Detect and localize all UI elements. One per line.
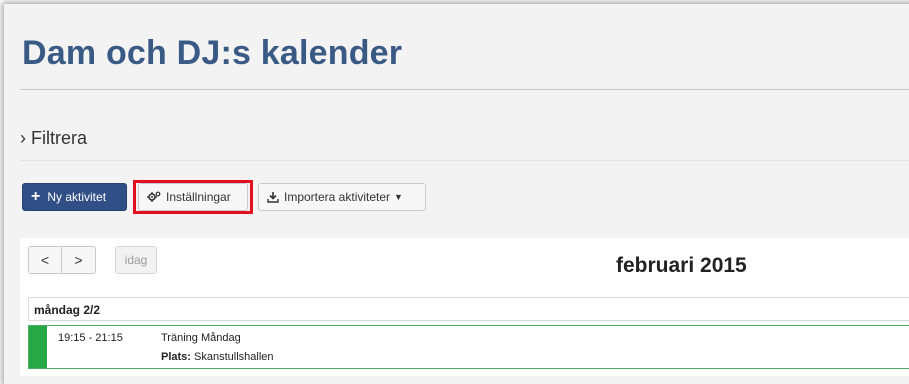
filter-label: Filtrera	[31, 128, 88, 148]
event-title: Träning Måndag	[161, 332, 241, 344]
download-icon	[267, 191, 279, 203]
plus-icon: +	[31, 188, 41, 205]
import-activities-button[interactable]: Importera aktiviteter ▼	[258, 183, 426, 211]
cogs-icon	[147, 191, 161, 203]
calendar-nav: < >	[28, 246, 96, 274]
filter-toggle[interactable]: › Filtrera	[20, 128, 87, 149]
filter-divider	[20, 160, 909, 161]
prev-button[interactable]: <	[28, 246, 62, 274]
event-color-stripe	[29, 326, 47, 368]
settings-label: Inställningar	[166, 190, 231, 204]
new-activity-button[interactable]: + Ny aktivitet	[22, 183, 127, 211]
event-time: 19:15 - 21:15	[58, 332, 123, 344]
page-title: Dam och DJ:s kalender	[22, 34, 403, 72]
caret-down-icon: ▼	[394, 192, 403, 202]
settings-button[interactable]: Inställningar	[138, 183, 248, 211]
title-divider	[20, 89, 909, 90]
next-button[interactable]: >	[62, 246, 96, 274]
today-button[interactable]: idag	[115, 246, 157, 274]
event-place-value: Skanstullshallen	[194, 351, 274, 363]
month-title: februari 2015	[616, 254, 747, 277]
event-place-label: Plats:	[161, 351, 191, 363]
day-header: måndag 2/2	[28, 297, 909, 321]
event-item[interactable]: 19:15 - 21:15 Träning Måndag Plats: Skan…	[28, 325, 909, 369]
new-activity-label: Ny aktivitet	[47, 190, 107, 204]
chevron-right-icon: ›	[20, 128, 26, 148]
import-activities-label: Importera aktiviteter	[284, 190, 391, 204]
event-place: Plats: Skanstullshallen	[161, 351, 274, 363]
calendar-panel: < > idag februari 2015 måndag 2/2 19:15 …	[20, 238, 909, 376]
